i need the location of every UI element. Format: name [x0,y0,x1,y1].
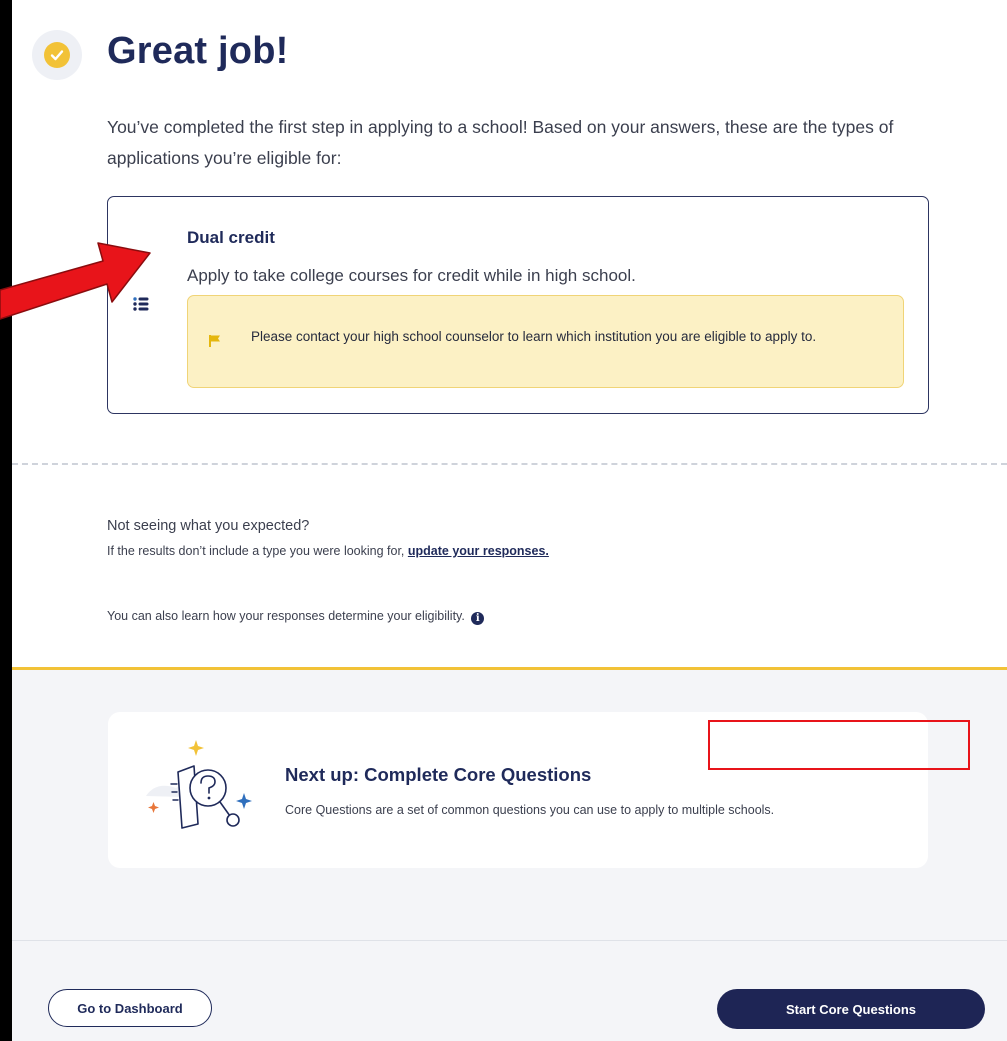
intro-text: You’ve completed the first step in apply… [107,117,894,168]
notice-box: Please contact your high school counselo… [187,295,904,388]
annotation-arrow [0,242,151,320]
next-up-description: Core Questions are a set of common quest… [285,803,775,817]
info-icon[interactable]: i [471,612,485,625]
card-description: Apply to take college courses for credit… [187,266,636,285]
learn-eligibility-text: You can also learn how your responses de… [107,609,485,625]
not-expected-heading: Not seeing what you expected? [107,518,310,534]
update-responses-link[interactable]: update your responses. [408,544,549,558]
learn-eligibility-label: You can also learn how your responses de… [107,609,465,623]
divider [12,463,1007,465]
eligibility-card: Dual credit Apply to take college course… [107,196,929,414]
flag-icon [208,334,222,353]
next-section: Next up: Complete Core Questions Core Qu… [12,670,1007,1041]
start-core-questions-button[interactable]: Start Core Questions [717,989,985,1029]
update-responses-prefix: If the results don’t include a type you … [107,544,408,558]
next-up-card: Next up: Complete Core Questions Core Qu… [108,712,928,868]
footer-divider [12,940,1007,941]
card-title: Dual credit [187,228,275,247]
question-document-icon [136,736,266,846]
notice-text: Please contact your high school counselo… [251,329,817,344]
go-to-dashboard-button[interactable]: Go to Dashboard [48,989,212,1027]
update-responses-text: If the results don’t include a type you … [107,544,549,558]
next-up-title: Next up: Complete Core Questions [285,764,592,785]
